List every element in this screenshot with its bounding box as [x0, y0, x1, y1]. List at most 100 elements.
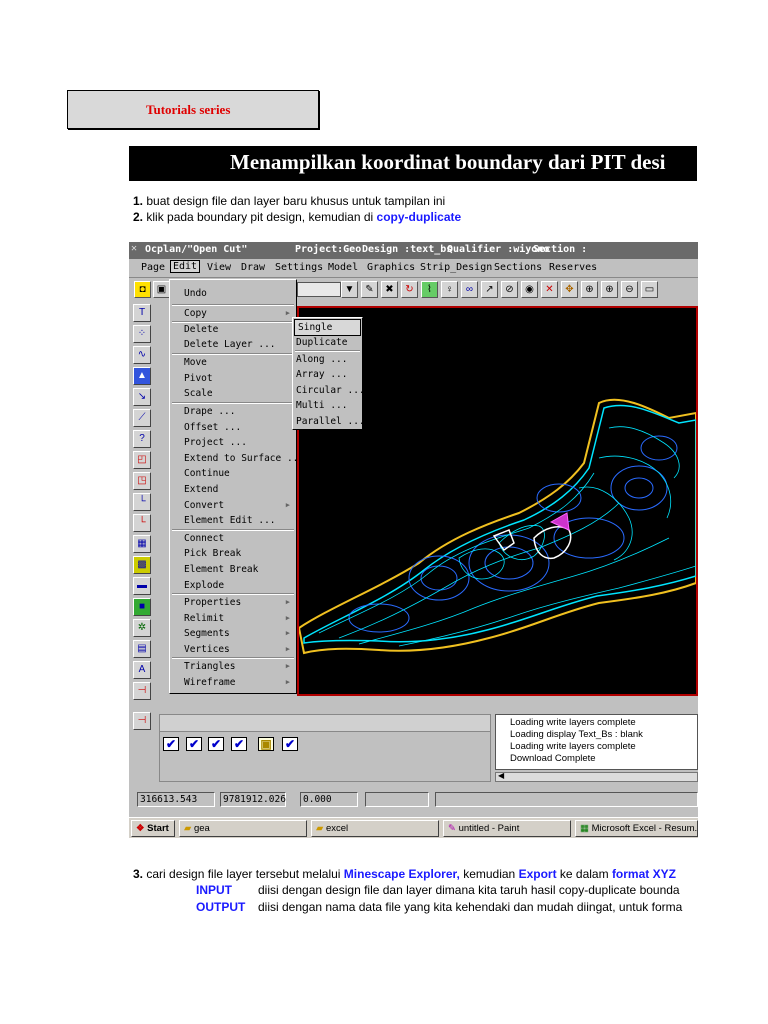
line-tool-icon[interactable]: ∿ — [133, 346, 151, 364]
menu-item-wireframe[interactable]: Wireframe ▶ — [170, 675, 296, 690]
dropdown-arrow-icon[interactable]: ▼ — [341, 281, 358, 298]
menu-item-copy[interactable]: Copy ▶ — [170, 306, 296, 321]
taskbar-item-excel-window[interactable]: ▦ Microsoft Excel - Resum... — [575, 820, 698, 837]
menu-view[interactable]: View — [207, 262, 231, 273]
menu-page[interactable]: Page — [141, 262, 165, 273]
menu-item-triangles-label: Triangles — [184, 661, 236, 672]
pattern-tool-icon[interactable]: ✲ — [133, 619, 151, 637]
menu-reserves[interactable]: Reserves — [549, 262, 597, 273]
menu-item-element-break[interactable]: Element Break — [170, 562, 296, 577]
taskbar-item-excel-folder[interactable]: ▰ excel — [311, 820, 439, 837]
box-tool-2-icon[interactable]: ◳ — [133, 472, 151, 490]
start-button[interactable]: ❖ Start — [131, 820, 175, 837]
menu-item-connect[interactable]: Connect — [170, 531, 296, 546]
fill-tool-icon[interactable]: ■ — [133, 598, 151, 616]
layer-tool-icon[interactable]: ▣ — [153, 281, 170, 298]
annotation-tool-icon[interactable]: A — [133, 661, 151, 679]
menu-item-element-edit[interactable]: Element Edit ... — [170, 513, 296, 528]
bulb-icon[interactable]: ♀ — [441, 281, 458, 298]
menu-item-relimit[interactable]: Relimit ▶ — [170, 611, 296, 626]
refresh-icon[interactable]: ↻ — [401, 281, 418, 298]
menu-item-pick-break[interactable]: Pick Break — [170, 546, 296, 561]
menu-item-extend[interactable]: Extend — [170, 482, 296, 497]
text-tool-icon[interactable]: T — [133, 304, 151, 322]
hatch-tool-icon[interactable]: ▩ — [133, 556, 151, 574]
zoom-out-icon[interactable]: ⊖ — [621, 281, 638, 298]
submenu-item-along[interactable]: Along ... — [293, 352, 362, 367]
query-tool-icon[interactable]: ? — [133, 430, 151, 448]
menu-item-offset[interactable]: Offset ... — [170, 420, 296, 435]
zoom-window-icon[interactable]: ⊕ — [581, 281, 598, 298]
no-select-icon[interactable]: ⊘ — [501, 281, 518, 298]
surface-tool-icon[interactable]: ▲ — [133, 367, 151, 385]
dimension-tool-icon[interactable]: ⊣ — [133, 682, 151, 700]
series-label: Tutorials series — [146, 102, 231, 117]
select-tool-icon[interactable]: ↘ — [133, 388, 151, 406]
menu-item-convert[interactable]: Convert ▶ — [170, 498, 296, 513]
layer-check-icon[interactable]: ▣ — [258, 737, 274, 751]
submenu-item-single[interactable]: Single — [294, 319, 361, 336]
taskbar-item-paint-label: untitled - Paint — [458, 823, 520, 834]
menu-edit[interactable]: Edit — [170, 260, 201, 273]
scroll-left-icon[interactable]: ◀ — [498, 771, 504, 780]
corner-tool-icon[interactable]: └ — [133, 493, 151, 511]
measure-tool-icon[interactable]: ⟋ — [133, 409, 151, 427]
red-x-icon[interactable]: ✕ — [541, 281, 558, 298]
menu-item-drape[interactable]: Drape ... — [170, 404, 296, 419]
menu-item-segments[interactable]: Segments ▶ — [170, 626, 296, 641]
corner-tool-2-icon[interactable]: └ — [133, 514, 151, 532]
page-tool-icon[interactable]: ◘ — [134, 281, 151, 298]
menu-item-triangles[interactable]: Triangles ▶ — [170, 659, 296, 674]
menu-item-move[interactable]: Move — [170, 355, 296, 370]
submenu-item-multi[interactable]: Multi ... — [293, 398, 362, 413]
check-button-icon[interactable]: ✔ — [231, 737, 247, 751]
pan-icon[interactable]: ✥ — [561, 281, 578, 298]
section-tool-icon[interactable]: ⊣ — [133, 712, 151, 730]
menu-item-project[interactable]: Project ... — [170, 435, 296, 450]
menu-item-scale[interactable]: Scale — [170, 386, 296, 401]
taskbar-item-excel-window-label: Microsoft Excel - Resum... — [591, 823, 698, 834]
glasses-icon[interactable]: ∞ — [461, 281, 478, 298]
eye-icon[interactable]: ◉ — [521, 281, 538, 298]
menu-item-continue[interactable]: Continue — [170, 466, 296, 481]
join-tool-icon[interactable]: ⌇ — [421, 281, 438, 298]
menu-settings[interactable]: Settings — [275, 262, 323, 273]
menu-item-vertices[interactable]: Vertices ▶ — [170, 642, 296, 657]
box-tool-icon[interactable]: ◰ — [133, 451, 151, 469]
menu-item-undo[interactable]: Undo — [170, 286, 296, 301]
menu-model[interactable]: Model — [328, 262, 358, 273]
arrow-select-icon[interactable]: ↗ — [481, 281, 498, 298]
table-tool-icon[interactable]: ▤ — [133, 640, 151, 658]
check-button-icon[interactable]: ✔ — [208, 737, 224, 751]
cross-tool-icon[interactable]: ✖ — [381, 281, 398, 298]
grid-tool-icon[interactable]: ▦ — [133, 535, 151, 553]
layer-combo[interactable] — [297, 282, 341, 297]
zoom-in-icon[interactable]: ⊕ — [601, 281, 618, 298]
submenu-item-parallel[interactable]: Parallel ... — [293, 414, 365, 429]
pencil-icon[interactable]: ✎ — [361, 281, 378, 298]
menu-strip-design[interactable]: Strip_Design — [420, 262, 492, 273]
submenu-item-circular[interactable]: Circular ... — [293, 383, 365, 398]
submenu-item-array[interactable]: Array ... — [293, 367, 362, 382]
log-scrollbar[interactable]: ◀ — [495, 771, 698, 782]
taskbar-item-paint[interactable]: ✎ untitled - Paint — [443, 820, 571, 837]
points-tool-icon[interactable]: ⁘ — [133, 325, 151, 343]
ruler-tool-icon[interactable]: ▬ — [133, 577, 151, 595]
log-line: Loading write layers complete — [510, 717, 636, 728]
menu-item-extend-to-surface[interactable]: Extend to Surface ... — [170, 451, 304, 466]
menu-item-explode[interactable]: Explode — [170, 578, 296, 593]
taskbar-item-gea[interactable]: ▰ gea — [179, 820, 307, 837]
menu-graphics[interactable]: Graphics — [367, 262, 415, 273]
menu-item-delete-layer[interactable]: Delete Layer ... — [170, 337, 296, 352]
menu-item-properties[interactable]: Properties ▶ — [170, 595, 296, 610]
check-button-icon[interactable]: ✔ — [186, 737, 202, 751]
submenu-item-duplicate[interactable]: Duplicate — [293, 335, 362, 350]
menu-draw[interactable]: Draw — [241, 262, 265, 273]
menu-item-pivot[interactable]: Pivot — [170, 371, 296, 386]
zoom-fit-icon[interactable]: ▭ — [641, 281, 658, 298]
menu-item-delete[interactable]: Delete — [170, 322, 296, 337]
check-button-icon[interactable]: ✔ — [163, 737, 179, 751]
command-input[interactable] — [160, 715, 490, 732]
check-button-icon[interactable]: ✔ — [282, 737, 298, 751]
menu-sections[interactable]: Sections — [494, 262, 542, 273]
